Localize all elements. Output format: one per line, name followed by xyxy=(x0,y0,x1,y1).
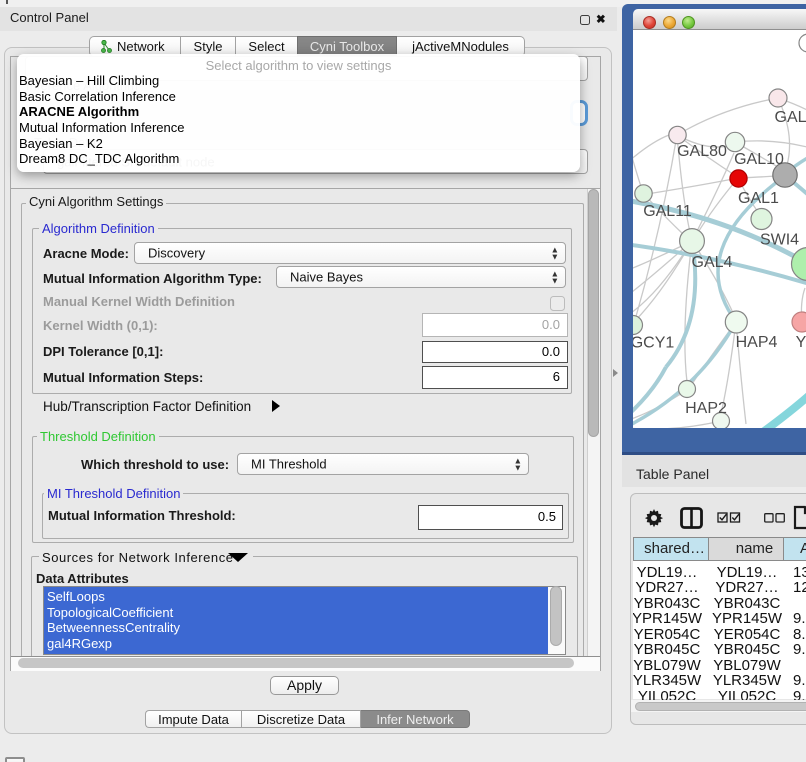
svg-text:GAL80: GAL80 xyxy=(677,143,727,160)
svg-text:GAL1: GAL1 xyxy=(738,190,779,207)
svg-text:GAL2: GAL2 xyxy=(775,109,806,126)
svg-text:HAP4: HAP4 xyxy=(736,334,778,351)
svg-text:SWI4: SWI4 xyxy=(760,232,799,249)
svg-text:GAL11: GAL11 xyxy=(643,203,692,220)
svg-text:GAL10: GAL10 xyxy=(734,151,784,168)
svg-text:Y: Y xyxy=(796,334,806,351)
svg-text:GCY1: GCY1 xyxy=(633,335,674,352)
svg-text:HAP2: HAP2 xyxy=(685,400,727,417)
svg-text:GAL4: GAL4 xyxy=(692,254,733,271)
